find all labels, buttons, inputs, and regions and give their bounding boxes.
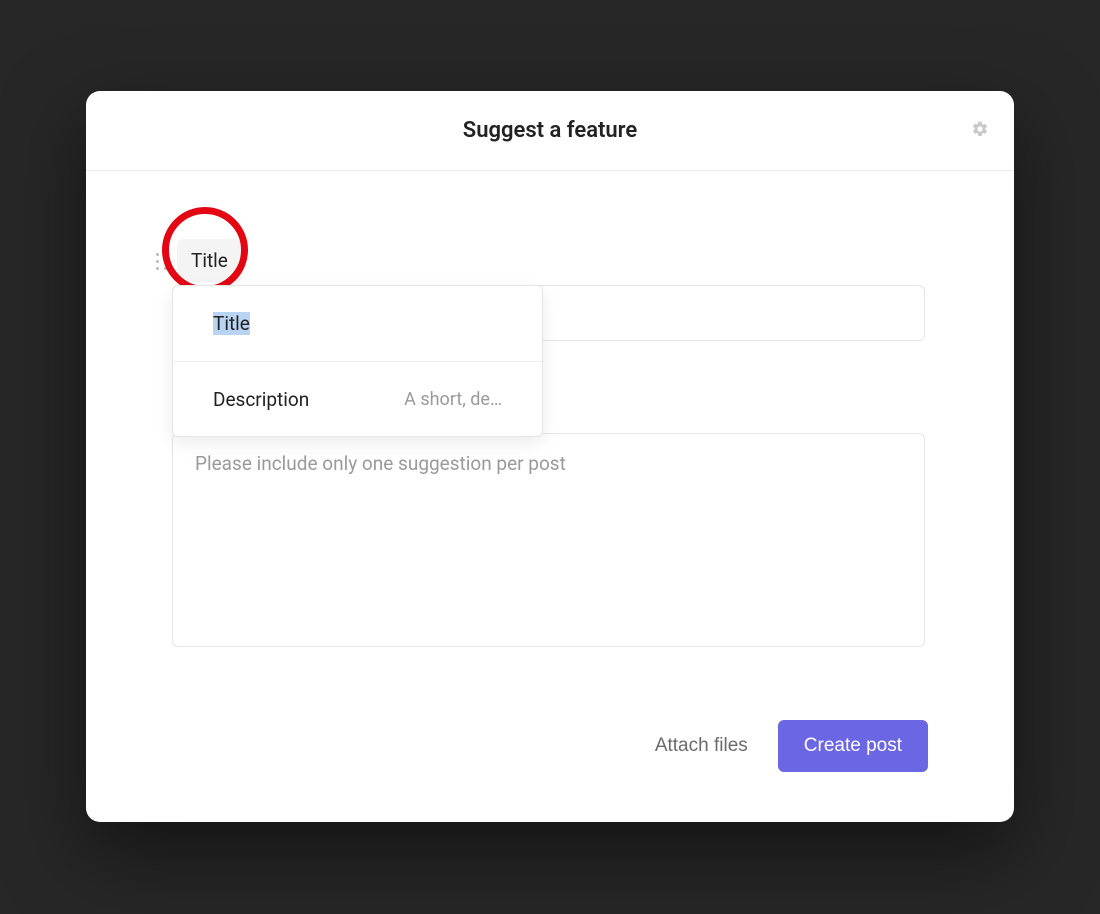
suggest-feature-modal: Suggest a feature Title Title Descriptio… (86, 91, 1014, 822)
attach-files-button[interactable]: Attach files (655, 735, 748, 757)
modal-footer: Attach files Create post (655, 720, 928, 772)
dropdown-option-hint: A short, de… (364, 389, 502, 410)
settings-button[interactable] (968, 119, 992, 143)
modal-header: Suggest a feature (86, 91, 1014, 171)
field-label-dropdown: Title Description A short, de… (172, 285, 543, 437)
drag-handle-icon[interactable] (156, 253, 168, 271)
dropdown-option-label: Title (213, 312, 250, 335)
description-textarea[interactable] (172, 433, 925, 647)
dropdown-option-description[interactable]: Description A short, de… (173, 361, 542, 436)
dropdown-option-title[interactable]: Title (173, 286, 542, 361)
create-post-button[interactable]: Create post (778, 720, 928, 772)
field-label-chip-title[interactable]: Title (177, 239, 242, 282)
modal-title: Suggest a feature (463, 118, 637, 143)
dropdown-option-label: Description (213, 388, 309, 411)
gear-icon (971, 120, 989, 141)
field-chip-text: Title (191, 249, 228, 272)
